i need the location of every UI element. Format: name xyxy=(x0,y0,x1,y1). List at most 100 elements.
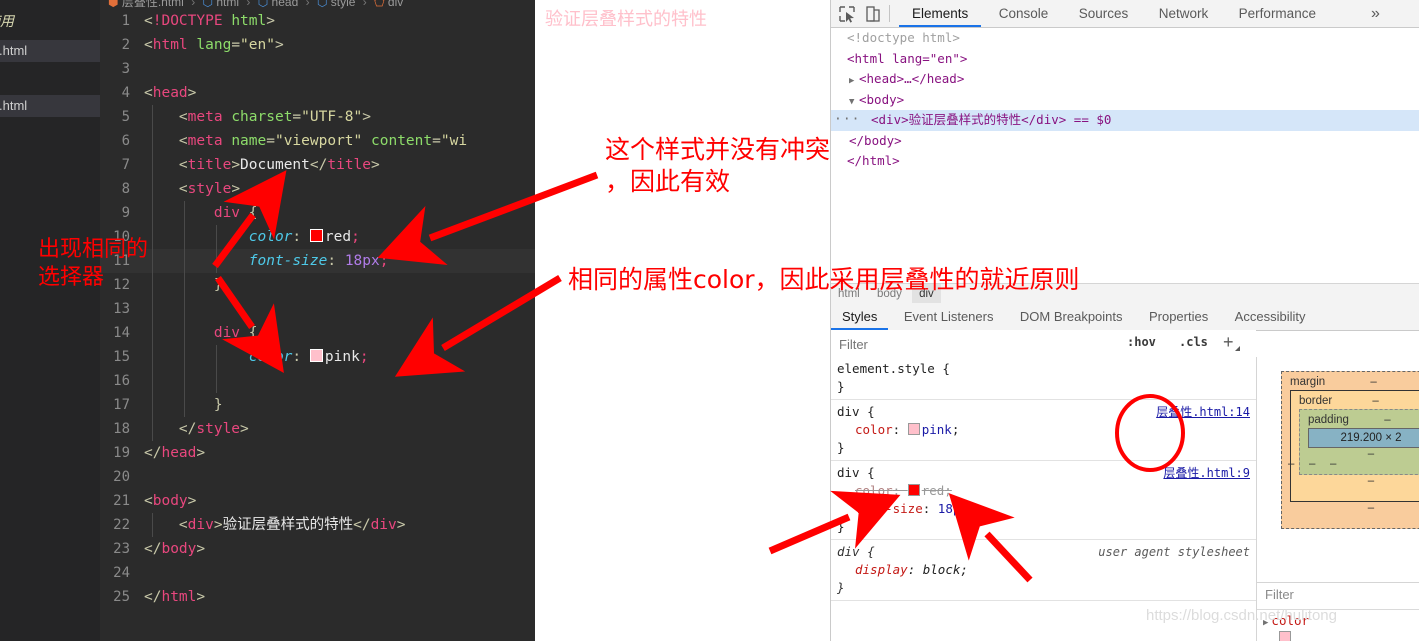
code-line: 9 div { xyxy=(100,201,535,225)
breadcrumb-file[interactable]: 层叠性.html xyxy=(122,0,184,9)
box-model-diagram[interactable]: margin – border – padding – 219.200 × 2 … xyxy=(1281,371,1419,529)
explorer-file-label-1: 性.html xyxy=(0,43,28,58)
ellipsis-icon[interactable]: ··· xyxy=(834,110,860,131)
margin-top-value[interactable]: – xyxy=(1370,376,1376,388)
tab-console[interactable]: Console xyxy=(986,0,1062,27)
code-line: 17 } xyxy=(100,393,535,417)
style-rule-div-pink[interactable]: 层叠性.html:14 div { color: pink; } xyxy=(831,400,1256,461)
dom-row[interactable]: ▶ <head>…</head> xyxy=(831,69,1419,90)
devtools-tabs[interactable]: Elements Console Sources Network Perform… xyxy=(899,0,1329,27)
declaration-property[interactable]: color xyxy=(855,422,893,437)
box-model-margin[interactable]: margin – border – padding – 219.200 × 2 … xyxy=(1281,371,1419,529)
margin-left-value[interactable]: – xyxy=(1288,458,1294,470)
token-prop-font-size: font-size xyxy=(248,253,328,269)
box-model-content-size[interactable]: 219.200 × 2 xyxy=(1308,428,1419,448)
tab-event-listeners[interactable]: Event Listeners xyxy=(893,303,1005,330)
padding-bottom-value[interactable]: – xyxy=(1308,448,1419,460)
file-explorer-sidebar[interactable]: 使用 性.html 性.html xyxy=(0,0,100,641)
padding-top-value[interactable]: – xyxy=(1384,414,1390,426)
line-number: 7 xyxy=(121,157,130,173)
token-meta-tag: meta xyxy=(187,109,223,125)
more-tabs-chevron-icon[interactable]: » xyxy=(1371,0,1380,27)
breadcrumb-part-0[interactable]: html xyxy=(216,0,239,9)
line-number: 20 xyxy=(113,469,130,485)
breadcrumb-part-2[interactable]: style xyxy=(331,0,356,9)
token-charset-attr: charset xyxy=(231,109,293,125)
color-swatch-pink[interactable] xyxy=(309,349,323,362)
tag-icon-1: ⬡ xyxy=(202,0,214,9)
declaration-property[interactable]: font-size xyxy=(855,501,923,516)
declaration-color-red-overridden[interactable]: color: red; xyxy=(837,482,1256,500)
declaration-font-size[interactable]: font-size: 18px; xyxy=(837,500,1256,518)
color-swatch-red[interactable] xyxy=(907,484,920,496)
cls-toggle-button[interactable]: .cls xyxy=(1179,335,1208,349)
new-style-rule-dropdown-icon[interactable] xyxy=(1235,346,1240,351)
declaration-value[interactable]: pink xyxy=(922,422,952,437)
rule-source-link[interactable]: 层叠性.html:9 xyxy=(1163,464,1250,482)
computed-property-color[interactable]: ▶ color xyxy=(1263,613,1309,628)
color-swatch-pink[interactable] xyxy=(907,423,920,435)
inspect-element-icon[interactable] xyxy=(837,4,857,24)
breadcrumb-part-3[interactable]: div xyxy=(388,0,403,9)
padding-left-value[interactable]: – xyxy=(1330,458,1336,470)
token-val-pink: pink xyxy=(324,349,360,365)
explorer-folder-row[interactable]: 使用 xyxy=(0,10,100,32)
style-rule-element-style[interactable]: element.style { } xyxy=(831,357,1256,400)
tab-performance[interactable]: Performance xyxy=(1226,0,1329,27)
device-toolbar-icon[interactable] xyxy=(863,4,883,24)
explorer-folder-label: 使用 xyxy=(0,13,14,29)
tab-styles[interactable]: Styles xyxy=(831,303,889,330)
border-bottom-value[interactable]: – xyxy=(1299,475,1419,487)
token-prop-color-1: color xyxy=(248,229,293,245)
editor-breadcrumb[interactable]: ⬢ 层叠性.html › ⬡ html › ⬡ head › ⬡ style ›… xyxy=(100,0,535,9)
dom-text: </body> xyxy=(849,132,902,148)
border-left-value[interactable]: – xyxy=(1309,458,1315,470)
explorer-file-row-1[interactable]: 性.html xyxy=(0,40,100,62)
declaration-value[interactable]: 18px xyxy=(938,501,968,516)
line-number: 5 xyxy=(121,109,130,125)
box-model-border[interactable]: border – padding – 219.200 × 2 – – xyxy=(1290,390,1419,502)
style-rule-user-agent[interactable]: user agent stylesheet div { display: blo… xyxy=(831,540,1256,601)
tab-dom-breakpoints[interactable]: DOM Breakpoints xyxy=(1009,303,1134,330)
styles-rules-list[interactable]: element.style { } 层叠性.html:14 div { colo… xyxy=(831,357,1257,641)
code-line: 5 <meta charset="UTF-8"> xyxy=(100,105,535,129)
tab-network[interactable]: Network xyxy=(1146,0,1222,27)
tab-accessibility[interactable]: Accessibility xyxy=(1224,303,1317,330)
expand-triangle-icon[interactable]: ▶ xyxy=(1263,618,1268,628)
collapse-triangle-icon[interactable]: ▼ xyxy=(849,92,859,113)
dom-tree[interactable]: <!doctype html> <html lang="en"> ▶ <head>… xyxy=(831,28,1419,278)
styles-filter-input[interactable] xyxy=(837,334,1121,355)
dom-row[interactable]: <!doctype html> xyxy=(831,28,1419,49)
rule-closing-brace: } xyxy=(837,440,845,455)
color-swatch-red[interactable] xyxy=(309,229,323,242)
tab-properties[interactable]: Properties xyxy=(1138,303,1219,330)
border-top-value[interactable]: – xyxy=(1372,395,1378,407)
style-rule-div-red[interactable]: 层叠性.html:9 div { color: red; font-size: … xyxy=(831,461,1256,540)
rule-source-link[interactable]: 层叠性.html:14 xyxy=(1156,403,1250,421)
tab-elements[interactable]: Elements xyxy=(899,0,982,27)
expand-triangle-icon[interactable]: ▶ xyxy=(849,71,859,92)
screenshot-root: 使用 性.html 性.html ⬢ 层叠性.html › ⬡ html › ⬡… xyxy=(0,0,1419,641)
line-number: 16 xyxy=(113,373,130,389)
box-model-padding[interactable]: padding – 219.200 × 2 – xyxy=(1299,409,1419,475)
dom-row[interactable]: </body> xyxy=(831,131,1419,152)
hov-toggle-button[interactable]: :hov xyxy=(1127,335,1156,349)
margin-label: margin xyxy=(1290,376,1326,388)
dom-row[interactable]: </html> xyxy=(831,151,1419,172)
declaration-property[interactable]: color xyxy=(855,483,893,498)
dom-row-selected[interactable]: ··· <div>验证层叠样式的特性</div> == $0 xyxy=(831,110,1419,131)
code-line: 23 </body> xyxy=(100,537,535,561)
computed-filter-placeholder[interactable]: Filter xyxy=(1265,587,1294,602)
declaration-value[interactable]: red xyxy=(922,483,945,498)
explorer-file-row-2[interactable]: 性.html xyxy=(0,95,100,117)
breadcrumb-part-1[interactable]: head xyxy=(272,0,299,9)
margin-bottom-value[interactable]: – xyxy=(1290,502,1419,514)
styles-tabs[interactable]: Styles Event Listeners DOM Breakpoints P… xyxy=(831,303,1419,331)
code-lines[interactable]: 1 <!DOCTYPE html> 2 <html lang="en"> 3 4 <h… xyxy=(100,9,535,641)
declaration-color-pink[interactable]: color: pink; xyxy=(837,421,1256,439)
dom-row[interactable]: <html lang="en"> xyxy=(831,49,1419,70)
new-style-rule-button[interactable]: + xyxy=(1223,332,1234,353)
dom-row[interactable]: ▼ <body> xyxy=(831,90,1419,111)
tab-sources[interactable]: Sources xyxy=(1066,0,1142,27)
dom-text: <body> xyxy=(859,91,905,107)
